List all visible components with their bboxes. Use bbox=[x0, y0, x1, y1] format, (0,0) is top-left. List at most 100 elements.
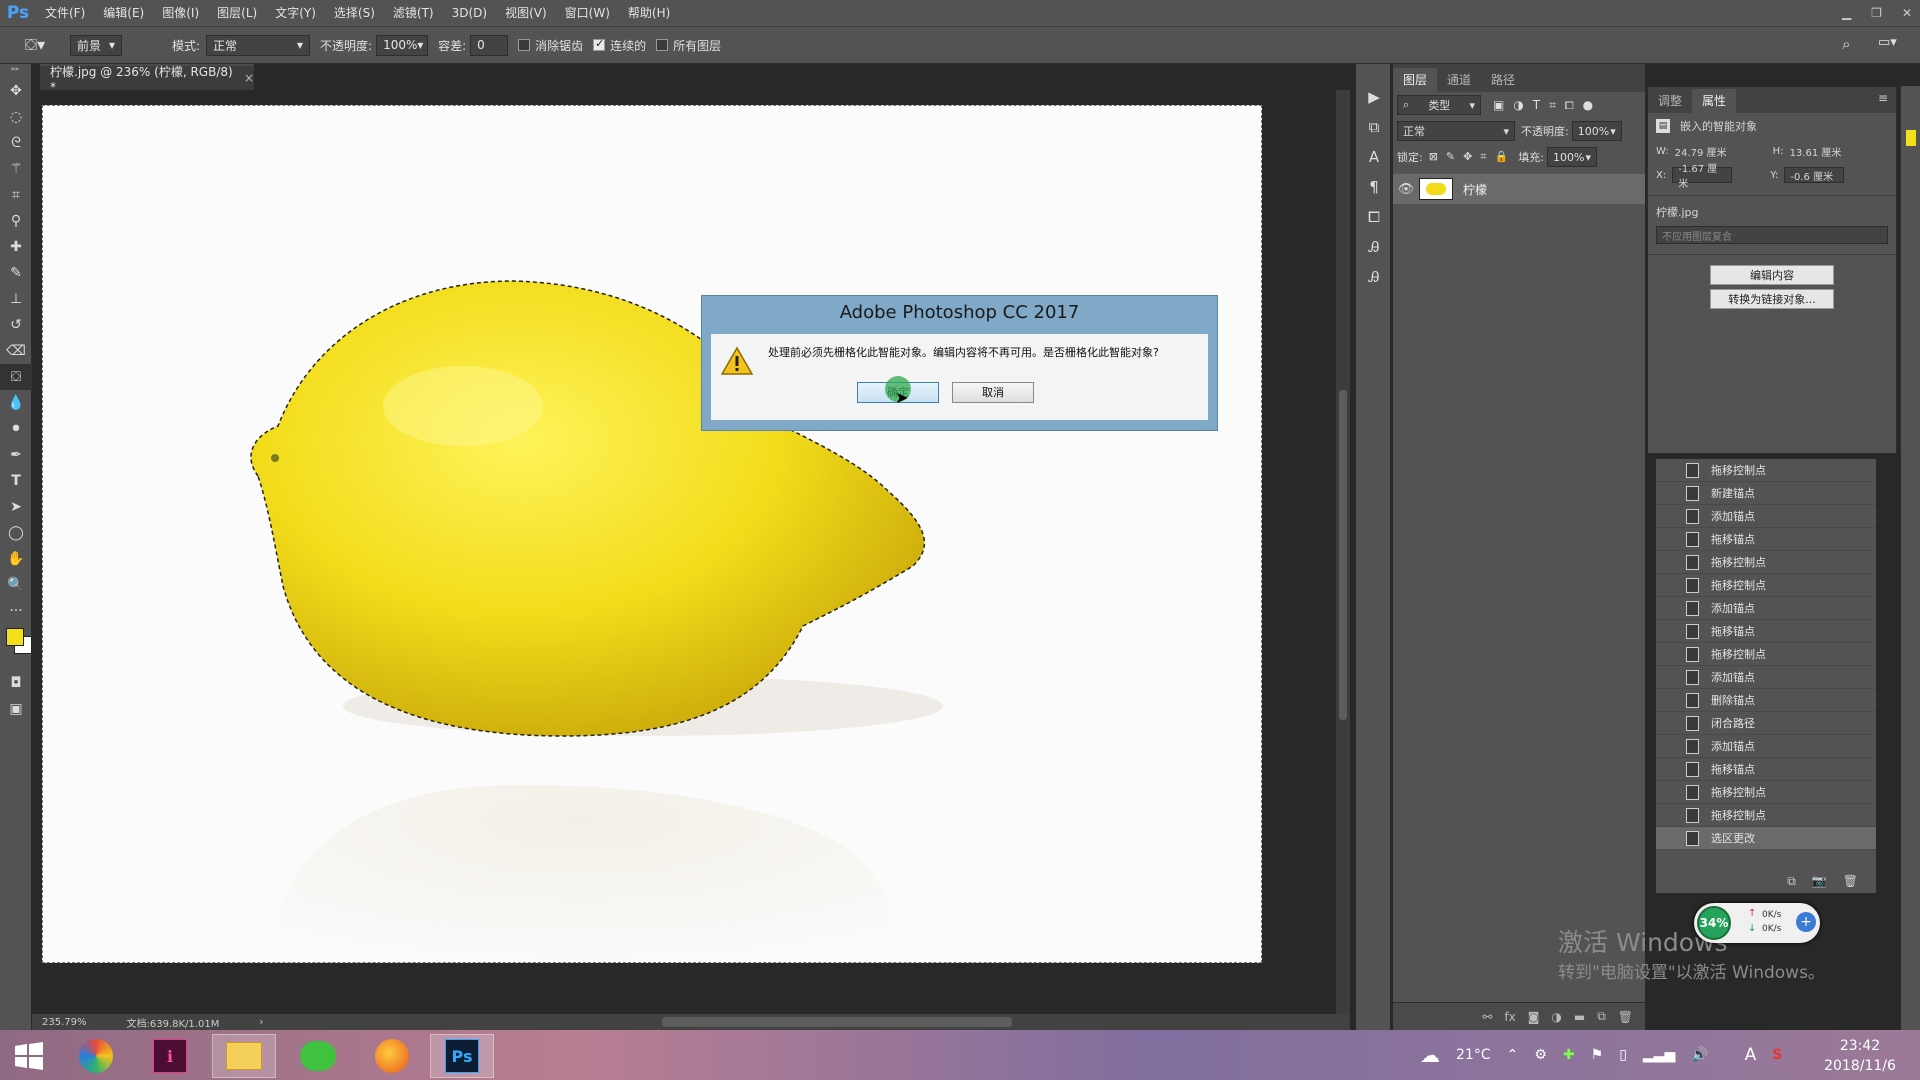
tray-app-icon[interactable]: ⚙ bbox=[1534, 1047, 1547, 1063]
paragraph-panel-icon[interactable]: ¶ bbox=[1356, 172, 1392, 202]
history-item[interactable]: 拖移控制点 bbox=[1656, 459, 1876, 482]
sogou-ime-icon[interactable]: S bbox=[1772, 1047, 1782, 1063]
color-panel-swatch[interactable] bbox=[1906, 130, 1916, 146]
menu-help[interactable]: 帮助(H) bbox=[619, 0, 679, 26]
history-item[interactable]: 拖移控制点 bbox=[1656, 574, 1876, 597]
status-arrow-icon[interactable]: › bbox=[259, 1017, 263, 1028]
toolbar-grip[interactable]: ▸▸ bbox=[0, 64, 31, 78]
contiguous-checkbox[interactable]: 连续的 bbox=[593, 37, 646, 54]
device-icon[interactable]: ▯ bbox=[1619, 1047, 1627, 1063]
layer-comp-select[interactable]: 不应用图层复合 bbox=[1656, 226, 1888, 244]
restore-icon[interactable]: ❐ bbox=[1871, 6, 1882, 20]
paint-bucket-tool-icon[interactable]: ⛋ bbox=[0, 364, 32, 390]
new-layer-icon[interactable]: ⧉ bbox=[1597, 1009, 1606, 1024]
foreground-color-swatch[interactable] bbox=[6, 628, 24, 646]
pen-tool-icon[interactable]: ✒ bbox=[0, 442, 32, 468]
mode-select[interactable]: 正常 ▾ bbox=[206, 34, 311, 56]
input-method-icon[interactable]: A bbox=[1745, 1045, 1757, 1065]
tolerance-input[interactable]: 0 bbox=[470, 34, 509, 56]
all-layers-checkbox[interactable]: 所有图层 bbox=[656, 37, 721, 54]
fill-source-select[interactable]: 前景 ▾ bbox=[70, 34, 122, 56]
ellipse-tool-icon[interactable]: ◯ bbox=[0, 520, 32, 546]
character-styles-icon[interactable]: Ꭿ bbox=[1356, 232, 1392, 262]
indesign-app-icon[interactable]: ℹ bbox=[138, 1034, 202, 1078]
height-value[interactable]: 13.61 厘米 bbox=[1790, 144, 1842, 159]
vertical-scrollbar[interactable] bbox=[1336, 90, 1350, 1014]
history-item[interactable]: 添加锚点 bbox=[1656, 666, 1876, 689]
delete-layer-icon[interactable]: 🗑 bbox=[1618, 1010, 1633, 1024]
antialias-checkbox[interactable]: 消除锯齿 bbox=[518, 37, 583, 54]
flag-icon[interactable]: ⚑ bbox=[1591, 1047, 1604, 1063]
history-item[interactable]: 拖移锚点 bbox=[1656, 758, 1876, 781]
tab-adjustments[interactable]: 调整 bbox=[1648, 89, 1692, 113]
history-item[interactable]: 拖移锚点 bbox=[1656, 620, 1876, 643]
blend-mode-select[interactable]: 正常 ▾ bbox=[1397, 121, 1515, 141]
history-item[interactable]: 删除锚点 bbox=[1656, 689, 1876, 712]
contiguous-check-box[interactable] bbox=[593, 37, 606, 51]
tab-channels[interactable]: 通道 bbox=[1437, 68, 1481, 92]
edit-contents-button[interactable]: 编辑内容 bbox=[1710, 265, 1834, 285]
weather-cloud-icon[interactable]: ☁ bbox=[1420, 1043, 1440, 1067]
screen-mode-icon[interactable]: ▣ bbox=[0, 696, 32, 722]
cancel-button[interactable]: 取消 bbox=[952, 382, 1034, 403]
firefox-icon[interactable] bbox=[360, 1034, 424, 1078]
new-document-from-state-icon[interactable]: ⧉ bbox=[1787, 874, 1796, 889]
layer-opacity-input[interactable]: 100% ▾ bbox=[1571, 121, 1622, 141]
marquee-tool-icon[interactable]: ◌ bbox=[0, 104, 32, 130]
history-item[interactable]: 拖移控制点 bbox=[1656, 804, 1876, 827]
menu-select[interactable]: 选择(S) bbox=[325, 0, 384, 26]
type-tool-icon[interactable]: T bbox=[0, 468, 32, 494]
close-tab-icon[interactable]: × bbox=[244, 71, 254, 85]
crop-tool-icon[interactable]: ⌗ bbox=[0, 182, 32, 208]
boost-plus-icon[interactable]: + bbox=[1796, 912, 1816, 932]
workspace-icon[interactable]: ▭▾ bbox=[1878, 35, 1897, 50]
layer-fill-input[interactable]: 100% ▾ bbox=[1546, 147, 1597, 167]
hand-tool-icon[interactable]: ✋ bbox=[0, 546, 32, 572]
layer-filter-icons[interactable]: ▣◑T⌗⧠● bbox=[1493, 98, 1602, 113]
y-value[interactable]: -0.6 厘米 bbox=[1784, 167, 1845, 183]
photoshop-taskbar-icon[interactable]: Ps bbox=[430, 1034, 494, 1078]
path-selection-tool-icon[interactable]: ➤ bbox=[0, 494, 32, 520]
lock-icons[interactable]: ⊠✎✥⌗🔒 bbox=[1429, 150, 1517, 164]
history-brush-tool-icon[interactable]: ↺ bbox=[0, 312, 32, 338]
healing-brush-tool-icon[interactable]: ✚ bbox=[0, 234, 32, 260]
document-canvas[interactable] bbox=[42, 105, 1262, 963]
colorful-app-icon[interactable] bbox=[64, 1034, 128, 1078]
windows-start-icon[interactable] bbox=[0, 1034, 58, 1078]
menu-edit[interactable]: 编辑(E) bbox=[94, 0, 153, 26]
more-tools-icon[interactable]: ··· bbox=[0, 598, 32, 624]
new-group-icon[interactable]: ▬ bbox=[1574, 1010, 1585, 1024]
panel-menu-icon[interactable]: ≡ bbox=[1878, 91, 1888, 105]
dodge-tool-icon[interactable]: ⚫ bbox=[0, 416, 32, 442]
document-tab[interactable]: 柠檬.jpg @ 236% (柠檬, RGB/8) * × bbox=[40, 64, 254, 94]
adjustment-layer-icon[interactable]: ◑ bbox=[1551, 1010, 1561, 1024]
layer-row[interactable]: 👁 柠檬 bbox=[1393, 174, 1645, 204]
search-icon[interactable]: ⌕ bbox=[1842, 35, 1850, 53]
history-item[interactable]: 闭合路径 bbox=[1656, 712, 1876, 735]
eyedropper-tool-icon[interactable]: ⚲ bbox=[0, 208, 32, 234]
clone-source-icon[interactable]: ⧠ bbox=[1356, 202, 1392, 232]
tab-layers[interactable]: 图层 bbox=[1393, 68, 1438, 92]
temperature[interactable]: 21°C bbox=[1456, 1047, 1491, 1063]
quick-mask-icon[interactable]: ◘ bbox=[0, 670, 32, 696]
wechat-icon[interactable] bbox=[286, 1034, 350, 1078]
all-layers-check-box[interactable] bbox=[656, 39, 669, 51]
close-window-icon[interactable]: ✕ bbox=[1902, 6, 1912, 20]
play-actions-icon[interactable]: ▶ bbox=[1356, 82, 1392, 112]
history-item[interactable]: 拖移控制点 bbox=[1656, 781, 1876, 804]
magic-wand-tool-icon[interactable]: ⚚ bbox=[0, 156, 32, 182]
history-item[interactable]: 添加锚点 bbox=[1656, 505, 1876, 528]
history-item[interactable]: 拖移控制点 bbox=[1656, 551, 1876, 574]
width-value[interactable]: 24.79 厘米 bbox=[1675, 144, 1757, 159]
move-tool-icon[interactable]: ✥ bbox=[0, 78, 32, 104]
glyphs-icon[interactable]: Ꭿ bbox=[1356, 262, 1392, 292]
brush-tool-icon[interactable]: ✎ bbox=[0, 260, 32, 286]
network-speed-widget[interactable]: 34% ↑ ↓ 0K/s 0K/s + bbox=[1694, 903, 1820, 943]
menu-3d[interactable]: 3D(D) bbox=[443, 0, 496, 26]
menu-window[interactable]: 窗口(W) bbox=[556, 0, 619, 26]
history-item[interactable]: 新建锚点 bbox=[1656, 482, 1876, 505]
eraser-tool-icon[interactable]: ⌫ bbox=[0, 338, 32, 364]
add-mask-icon[interactable]: ◙ bbox=[1528, 1010, 1540, 1024]
eye-visibility-icon[interactable]: 👁 bbox=[1393, 182, 1419, 197]
link-layers-icon[interactable]: ⚯ bbox=[1482, 1010, 1492, 1024]
